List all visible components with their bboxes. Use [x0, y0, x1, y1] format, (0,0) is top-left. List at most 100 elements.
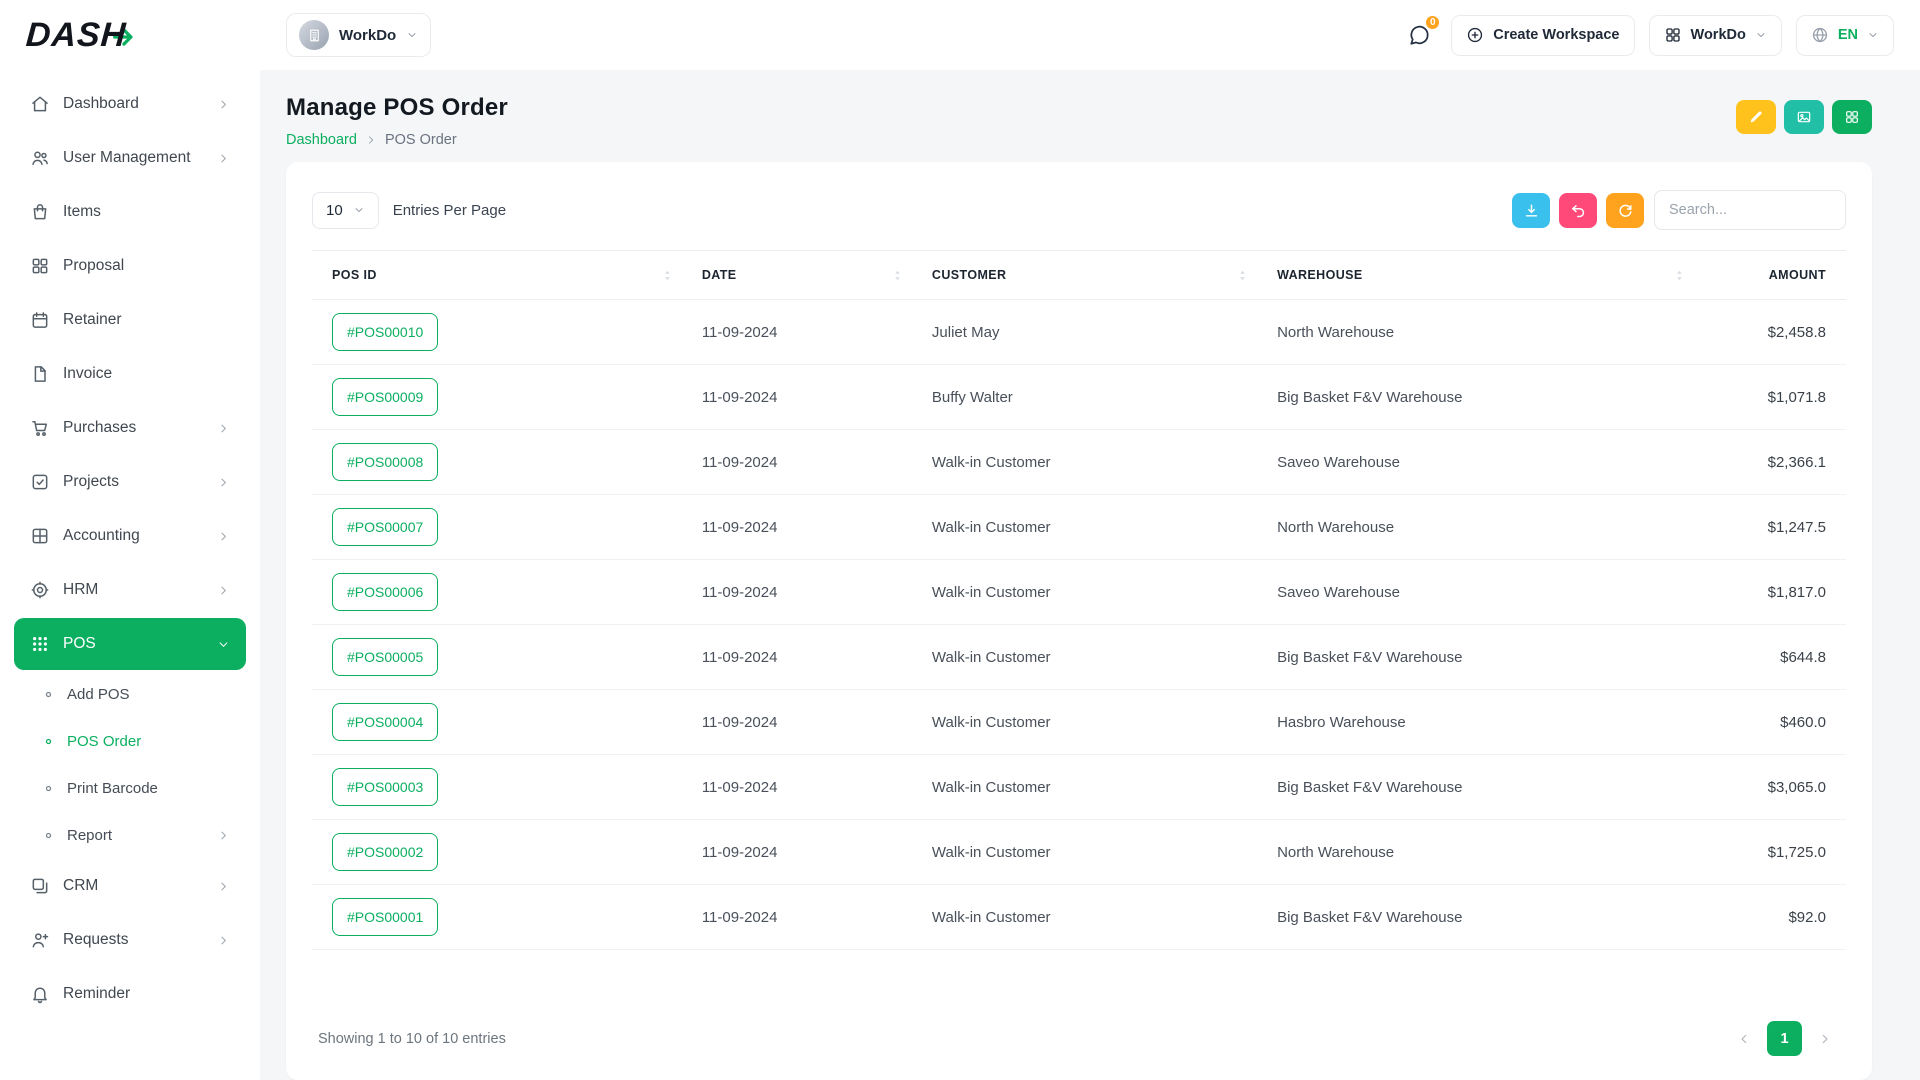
pencil-icon	[1748, 109, 1764, 125]
refresh-button[interactable]	[1606, 193, 1644, 228]
workspace-selector[interactable]: WorkDo	[286, 13, 431, 57]
column-header-customer[interactable]: CUSTOMER	[918, 251, 1263, 300]
bag-icon	[30, 202, 50, 222]
media-button[interactable]	[1784, 100, 1824, 134]
sidebar-item-report[interactable]: Report	[14, 813, 246, 858]
entries-label: Entries Per Page	[393, 202, 506, 219]
customer-cell: Walk-in Customer	[918, 495, 1263, 560]
column-header-date[interactable]: DATE	[688, 251, 918, 300]
amount-cell: $2,458.8	[1700, 300, 1846, 365]
pos-id-link[interactable]: #POS00010	[332, 313, 438, 351]
amount-cell: $1,247.5	[1700, 495, 1846, 560]
sidebar-item-purchases[interactable]: Purchases	[14, 402, 246, 454]
pos-id-link[interactable]: #POS00007	[332, 508, 438, 546]
column-header-pos-id[interactable]: POS ID	[312, 251, 688, 300]
squares-icon	[30, 256, 50, 276]
entries-per-page-select[interactable]: 10	[312, 192, 379, 229]
card-footer: Showing 1 to 10 of 10 entries 1	[312, 1003, 1846, 1066]
chevron-down-icon	[406, 29, 418, 41]
column-header-amount: AMOUNT	[1700, 251, 1846, 300]
chevron-right-icon	[217, 934, 230, 947]
plus-circle-icon	[1466, 26, 1484, 44]
sidebar-item-reminder[interactable]: Reminder	[14, 968, 246, 1020]
chevron-right-icon	[217, 584, 230, 597]
cart-icon	[30, 418, 50, 438]
apps-button[interactable]	[1832, 100, 1872, 134]
dot-icon	[44, 737, 53, 746]
main-content: Manage POS Order Dashboard POS Order 10 …	[260, 70, 1920, 1080]
breadcrumb-dashboard-link[interactable]: Dashboard	[286, 132, 357, 148]
copy-icon	[30, 876, 50, 896]
sidebar-item-items[interactable]: Items	[14, 186, 246, 238]
orders-table-body: #POS0001011-09-2024Juliet MayNorth Wareh…	[312, 300, 1846, 950]
pos-id-link[interactable]: #POS00009	[332, 378, 438, 416]
chevron-right-icon	[1818, 1032, 1832, 1046]
card-toolbar: 10 Entries Per Page	[312, 190, 1846, 230]
pos-id-link[interactable]: #POS00005	[332, 638, 438, 676]
pos-id-link[interactable]: #POS00003	[332, 768, 438, 806]
date-cell: 11-09-2024	[688, 365, 918, 430]
apps-icon	[30, 634, 50, 654]
check-square-icon	[30, 472, 50, 492]
image-icon	[1796, 109, 1812, 125]
sidebar-item-add-pos[interactable]: Add POS	[14, 672, 246, 717]
pos-id-cell: #POS00007	[312, 495, 688, 560]
pos-id-cell: #POS00005	[312, 625, 688, 690]
target-icon	[30, 580, 50, 600]
warehouse-cell: Big Basket F&V Warehouse	[1263, 755, 1700, 820]
sidebar-item-print-barcode[interactable]: Print Barcode	[14, 766, 246, 811]
logo-text: DASH	[25, 16, 128, 55]
sidebar-item-dashboard[interactable]: Dashboard	[14, 78, 246, 130]
sidebar-item-pos-order[interactable]: POS Order	[14, 719, 246, 764]
pos-id-cell: #POS00002	[312, 820, 688, 885]
table-row: #POS0000511-09-2024Walk-in CustomerBig B…	[312, 625, 1846, 690]
pagination-page-1[interactable]: 1	[1767, 1021, 1802, 1056]
column-header-warehouse[interactable]: WAREHOUSE	[1263, 251, 1700, 300]
search-input[interactable]	[1654, 190, 1846, 230]
app-switcher-button[interactable]: WorkDo	[1649, 15, 1782, 56]
pos-id-link[interactable]: #POS00008	[332, 443, 438, 481]
reset-button[interactable]	[1559, 193, 1597, 228]
export-button[interactable]	[1512, 193, 1550, 228]
amount-cell: $3,065.0	[1700, 755, 1846, 820]
sidebar-item-retainer[interactable]: Retainer	[14, 294, 246, 346]
sidebar-item-user-management[interactable]: User Management	[14, 132, 246, 184]
sidebar-item-requests[interactable]: Requests	[14, 914, 246, 966]
sidebar-item-invoice[interactable]: Invoice	[14, 348, 246, 400]
dot-icon	[44, 831, 53, 840]
pagination-prev-button[interactable]	[1729, 1024, 1759, 1054]
customer-cell: Walk-in Customer	[918, 885, 1263, 950]
create-workspace-button[interactable]: Create Workspace	[1451, 15, 1634, 56]
app-window: DASH WorkDo 0 Create Workspace WorkDo	[0, 0, 1920, 1080]
sidebar-item-accounting[interactable]: Accounting	[14, 510, 246, 562]
edit-button[interactable]	[1736, 100, 1776, 134]
table-row: #POS0000411-09-2024Walk-in CustomerHasbr…	[312, 690, 1846, 755]
date-cell: 11-09-2024	[688, 560, 918, 625]
messages-badge: 0	[1424, 14, 1441, 31]
sidebar-item-proposal[interactable]: Proposal	[14, 240, 246, 292]
pagination-next-button[interactable]	[1810, 1024, 1840, 1054]
table-row: #POS0000311-09-2024Walk-in CustomerBig B…	[312, 755, 1846, 820]
warehouse-cell: Saveo Warehouse	[1263, 560, 1700, 625]
building-icon	[307, 28, 322, 43]
sidebar-item-projects[interactable]: Projects	[14, 456, 246, 508]
date-cell: 11-09-2024	[688, 690, 918, 755]
table-header-row: POS IDDATECUSTOMERWAREHOUSEAMOUNT	[312, 251, 1846, 300]
undo-icon	[1570, 202, 1587, 219]
messages-button[interactable]: 0	[1401, 17, 1437, 53]
sidebar-item-pos[interactable]: POS	[14, 618, 246, 670]
pos-id-link[interactable]: #POS00006	[332, 573, 438, 611]
page-title: Manage POS Order	[286, 94, 508, 122]
pos-id-link[interactable]: #POS00002	[332, 833, 438, 871]
app-logo[interactable]: DASH	[26, 16, 260, 55]
pos-id-link[interactable]: #POS00001	[332, 898, 438, 936]
language-selector[interactable]: EN	[1796, 15, 1894, 56]
amount-cell: $2,366.1	[1700, 430, 1846, 495]
sidebar-item-crm[interactable]: CRM	[14, 860, 246, 912]
amount-cell: $460.0	[1700, 690, 1846, 755]
pos-id-cell: #POS00009	[312, 365, 688, 430]
breadcrumb-separator-icon	[365, 134, 377, 146]
chevron-right-icon	[217, 476, 230, 489]
sidebar-item-hrm[interactable]: HRM	[14, 564, 246, 616]
pos-id-link[interactable]: #POS00004	[332, 703, 438, 741]
